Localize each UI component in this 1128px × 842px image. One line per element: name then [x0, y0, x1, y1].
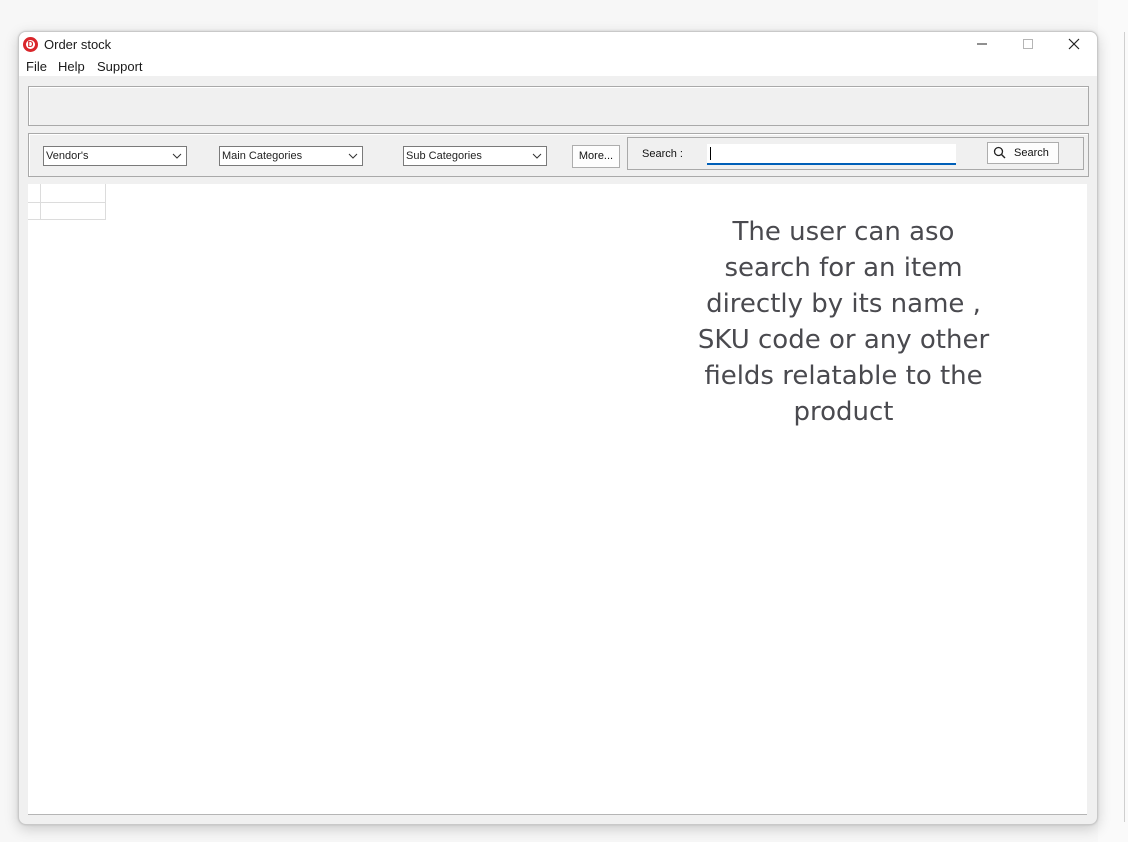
annotation-note: The user can aso search for an item dire… — [697, 217, 990, 427]
main-categories-value: Main Categories — [222, 150, 303, 162]
search-icon — [993, 146, 1006, 159]
window-title: Order stock — [44, 37, 112, 52]
vendor-dropdown[interactable]: Vendor's — [43, 146, 187, 166]
title-bar: D Order stock — [19, 32, 1097, 56]
close-button[interactable] — [1052, 32, 1096, 56]
app-logo-icon: D — [23, 37, 38, 52]
chevron-down-icon — [348, 153, 358, 159]
search-group: Search : Search — [627, 137, 1084, 170]
chevron-down-icon — [172, 153, 182, 159]
search-label: Search : — [642, 148, 683, 160]
close-icon — [1068, 38, 1080, 50]
menu-support[interactable]: Support — [97, 59, 143, 74]
menu-help[interactable]: Help — [58, 59, 85, 74]
items-grid[interactable]: The user can aso search for an item dire… — [28, 184, 1087, 815]
top-panel — [28, 86, 1089, 126]
filter-toolbar: Vendor's Main Categories Sub Categories … — [28, 133, 1089, 177]
grid-header-cells — [28, 184, 106, 220]
sub-categories-value: Sub Categories — [406, 150, 482, 162]
menu-file[interactable]: File — [26, 59, 47, 74]
app-logo-letter: D — [26, 40, 35, 49]
chevron-down-icon — [532, 153, 542, 159]
maximize-icon — [1023, 39, 1033, 49]
sub-categories-dropdown[interactable]: Sub Categories — [403, 146, 547, 166]
vendor-dropdown-value: Vendor's — [46, 150, 89, 162]
desktop-background — [1098, 0, 1128, 842]
more-filters-button[interactable]: More... — [572, 145, 620, 168]
search-button[interactable]: Search — [987, 142, 1059, 164]
search-input[interactable] — [707, 144, 956, 165]
maximize-button[interactable] — [1006, 32, 1050, 56]
minimize-button[interactable] — [960, 32, 1004, 56]
minimize-icon — [977, 43, 987, 45]
text-caret — [710, 147, 711, 160]
main-categories-dropdown[interactable]: Main Categories — [219, 146, 363, 166]
order-stock-window: D Order stock File Help Support Vendor's… — [18, 31, 1098, 825]
menu-bar: File Help Support — [19, 56, 1097, 76]
search-button-label: Search — [1014, 147, 1049, 159]
